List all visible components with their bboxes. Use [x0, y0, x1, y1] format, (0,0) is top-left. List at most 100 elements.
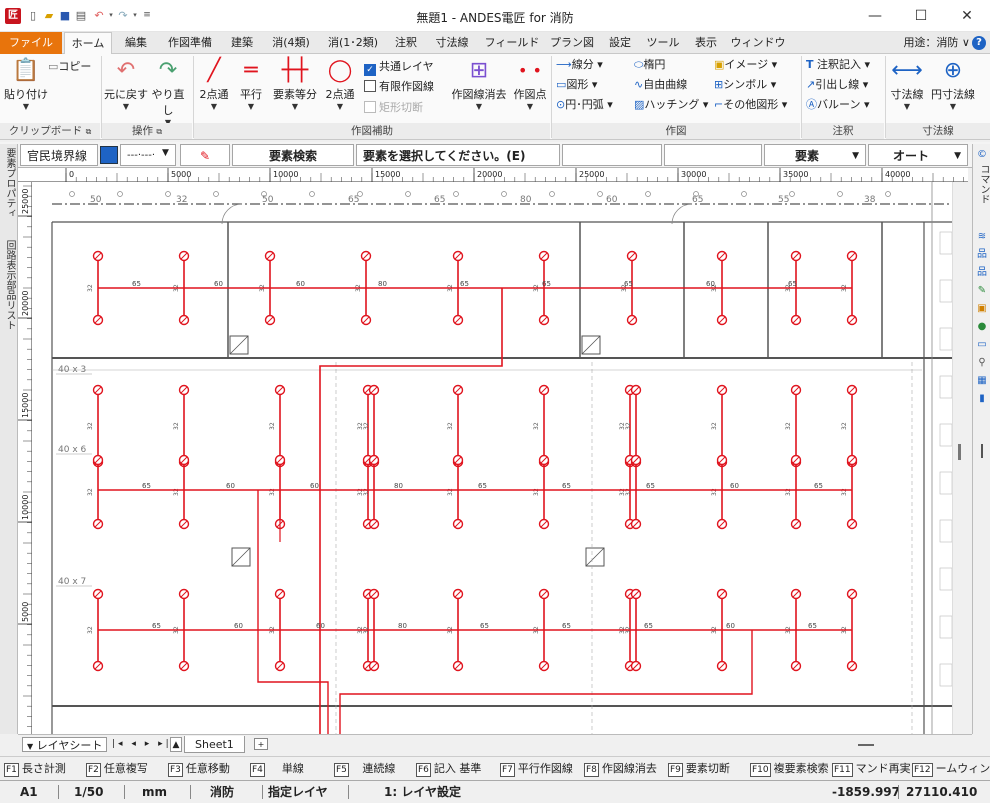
common-layer-checkbox[interactable]: ✓ 共通レイヤ: [364, 58, 434, 76]
sheet-tab-sheet1[interactable]: Sheet1: [184, 736, 245, 753]
limited-construct-checkbox[interactable]: 有限作図線: [364, 78, 434, 95]
tab-file[interactable]: ファイル: [0, 32, 62, 54]
fkey-f3[interactable]: F3 任意移動: [168, 760, 246, 778]
hscroll-thumb[interactable]: [858, 744, 874, 746]
pen-icon[interactable]: ✎: [180, 144, 230, 166]
tab-dimension[interactable]: 寸法線: [428, 32, 476, 54]
usage-selector[interactable]: 用途：消防 ∨: [903, 32, 970, 54]
sheet-list-icon[interactable]: ▲: [170, 737, 182, 752]
undo-button[interactable]: ↶ 元に戻す ▼: [104, 56, 148, 112]
wire-label: 65: [152, 622, 161, 630]
two-point-circle-button[interactable]: ◯ 2点通 ▼: [322, 56, 358, 112]
tab-fire-1-2[interactable]: 消(1･2類): [322, 32, 384, 54]
tab-view[interactable]: 表示: [688, 32, 724, 54]
maximize-button[interactable]: ☐: [898, 0, 944, 32]
snap-mode-selector[interactable]: オート ▼: [868, 144, 968, 166]
hatching-button[interactable]: ▨ハッチング ▾: [634, 96, 708, 113]
sheet-size[interactable]: A1: [20, 781, 38, 803]
tab-home[interactable]: ホーム: [64, 32, 112, 55]
element-selector[interactable]: 要素 ▼: [764, 144, 866, 166]
fkey-f4[interactable]: F4 単線: [250, 760, 330, 778]
fkey-f12[interactable]: F12ームウィンド: [912, 760, 990, 778]
scale[interactable]: 1/50: [74, 781, 103, 803]
tab-edit[interactable]: 編集: [118, 32, 154, 54]
layer-name-field[interactable]: 官民境界線: [20, 144, 98, 166]
dimension-label: 55: [778, 195, 789, 205]
other-shapes-button[interactable]: ⌐その他図形 ▾: [714, 96, 787, 113]
ellipse-button[interactable]: ⬭楕円: [634, 56, 665, 73]
close-button[interactable]: ✕: [944, 0, 990, 32]
fkey-f6[interactable]: F6 記入 基準: [416, 760, 498, 778]
segment-button[interactable]: ⟶線分 ▾: [556, 56, 603, 73]
symbol-button[interactable]: ⊞シンボル ▾: [714, 76, 776, 93]
fkey-f1[interactable]: F1 長さ計測: [4, 760, 82, 778]
layer-color-swatch[interactable]: [100, 146, 118, 164]
command-panel-tab[interactable]: コマンド: [976, 164, 990, 204]
fkey-f7[interactable]: F7 平行作図線: [500, 760, 582, 778]
image-button[interactable]: ▣イメージ ▾: [714, 56, 777, 73]
element-search-button[interactable]: 要素検索: [232, 144, 354, 166]
layers-icon[interactable]: ≋: [975, 230, 989, 244]
globe-icon[interactable]: ●: [975, 320, 989, 334]
wire-label: 65: [624, 280, 633, 288]
image-panel-icon[interactable]: ▣: [975, 302, 989, 316]
tab-architecture[interactable]: 建築: [224, 32, 260, 54]
free-curve-button[interactable]: ∿自由曲線: [634, 76, 687, 93]
parts-icon[interactable]: 品: [975, 266, 989, 280]
erase-construct-lines-button[interactable]: ⊞ 作図線消去 ▼: [450, 56, 508, 112]
redo-button[interactable]: ↷ やり直し ▼: [148, 56, 188, 128]
balloon-button[interactable]: Ⓐバルーン ▾: [806, 96, 869, 113]
tab-settings[interactable]: 設定: [602, 32, 638, 54]
current-layer[interactable]: 1: レイヤ設定: [384, 781, 461, 803]
circuit-parts-list-tab[interactable]: 回路表示部品リスト: [2, 240, 17, 330]
layer-mode[interactable]: 指定レイヤ: [268, 781, 328, 803]
annotation-button[interactable]: T 注釈記入 ▾: [806, 56, 870, 73]
shape-button[interactable]: ▭図形 ▾: [556, 76, 597, 93]
app-mode[interactable]: 消防: [210, 781, 234, 803]
leader-line-button[interactable]: ↗引出し線 ▾: [806, 76, 868, 93]
tab-window[interactable]: ウィンドウ: [730, 32, 786, 54]
splitter-handle[interactable]: [981, 444, 983, 458]
tree-icon[interactable]: 品: [975, 248, 989, 262]
tab-field[interactable]: フィールド: [482, 32, 542, 54]
fkey-f11[interactable]: F11 マンド再実: [832, 760, 910, 778]
scroll-thumb[interactable]: [958, 444, 961, 460]
circle-arc-button[interactable]: ⊙円･円弧 ▾: [556, 96, 613, 113]
sheet-nav-icons[interactable]: |◂ ◂ ▸ ▸|: [112, 737, 172, 752]
circle-dimension-button[interactable]: ⊕ 円寸法線 ▼: [928, 56, 978, 112]
fkey-f5[interactable]: F5 連続線: [334, 760, 414, 778]
pencil-icon[interactable]: ✎: [975, 284, 989, 298]
dimension-line-button[interactable]: ⟷ 寸法線 ▼: [888, 56, 926, 112]
calculator-icon[interactable]: ▦: [975, 374, 989, 388]
unit[interactable]: mm: [142, 781, 167, 803]
tab-annotation[interactable]: 注釈: [388, 32, 424, 54]
tab-fire-4[interactable]: 消(4類): [266, 32, 316, 54]
copy-button[interactable]: ▭コピー: [48, 58, 91, 75]
layer-sheet-button[interactable]: ▼ レイヤシート: [22, 737, 108, 752]
element-properties-tab[interactable]: 要素プロパティ: [2, 148, 17, 218]
construct-points-button[interactable]: • • 作図点 ▼: [510, 56, 550, 112]
tab-plan[interactable]: プラン図: [546, 32, 598, 54]
tab-draw-prep[interactable]: 作図準備: [160, 32, 220, 54]
monitor-icon[interactable]: ▭: [975, 338, 989, 352]
fkey-f8[interactable]: F8 作図線消去: [584, 760, 666, 778]
drawing-canvas[interactable]: 50 32 50 65 65 80 60 65 55 38 40 x 3 40 x 6 40 x 7 32…: [32, 182, 968, 734]
paste-button[interactable]: 📋 貼り付け ▼: [4, 56, 48, 112]
help-icon[interactable]: ?: [972, 36, 986, 50]
minimize-button[interactable]: —: [852, 0, 898, 32]
redo-icon: ↷: [158, 58, 178, 83]
command-panel-icon[interactable]: ©: [975, 148, 989, 162]
zoom-icon[interactable]: ⚲: [975, 356, 989, 370]
add-sheet-icon[interactable]: +: [254, 738, 268, 750]
linetype-dropdown-icon[interactable]: ▼: [162, 148, 169, 158]
parallel-line-button[interactable]: ═ 平行 ▼: [234, 56, 268, 112]
points-icon: • •: [518, 61, 542, 80]
book-icon[interactable]: ▮: [975, 392, 989, 406]
equal-division-button[interactable]: ┼┼ 要素等分 ▼: [270, 56, 320, 112]
vertical-scrollbar[interactable]: [952, 182, 968, 734]
fkey-f2[interactable]: F2 任意複写: [86, 760, 164, 778]
fkey-f9[interactable]: F9 要素切断: [668, 760, 748, 778]
tab-tools[interactable]: ツール: [642, 32, 684, 54]
fkey-f10[interactable]: F10 複要素検索: [750, 760, 830, 778]
two-point-line-button[interactable]: ╱ 2点通 ▼: [196, 56, 232, 112]
